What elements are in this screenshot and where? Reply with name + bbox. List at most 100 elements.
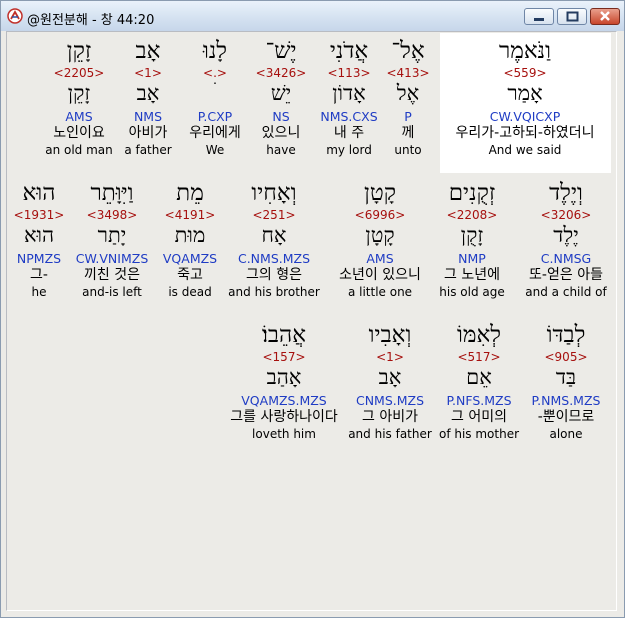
strong-number: <559> [503, 66, 547, 80]
hebrew-word: לָנוּ [202, 38, 228, 64]
lexical-form: אָב [136, 81, 160, 105]
strong-number: <3426> [255, 66, 307, 80]
english-gloss: and-is left [82, 285, 142, 299]
hebrew-word: הוּא [22, 180, 56, 206]
korean-gloss: 그 노년에 [444, 267, 500, 283]
parsing-code: VQAMZS.MZS [241, 393, 327, 408]
parsing-code: NS [272, 109, 290, 124]
hebrew-word: וְאָחִיו [251, 180, 297, 206]
strong-number: <905> [544, 350, 588, 364]
lexical-form: אֵם [466, 365, 492, 389]
korean-gloss: 그를 사랑하나이다 [230, 409, 338, 425]
korean-gloss: 또-얻은 아들 [529, 267, 603, 283]
strong-number: <1> [134, 66, 162, 80]
korean-gloss: 그 아비가 [362, 409, 418, 425]
korean-gloss: 우리가-고하되-하였더니 [455, 125, 595, 141]
hebrew-word: אֶל־ [391, 38, 425, 64]
hebrew-word: וַנֹּאמֶר [498, 38, 552, 64]
parsing-code: CW.VNIMZS [75, 251, 149, 266]
parsing-code: C.NMSG [540, 251, 592, 266]
korean-gloss: 께 [401, 125, 415, 141]
strong-number: <6996> [354, 208, 406, 222]
close-button[interactable] [590, 8, 620, 25]
hebrew-word: וַיִּוָּתֵר [90, 180, 134, 206]
english-gloss: and his father [348, 427, 432, 441]
maximize-button[interactable] [557, 8, 587, 25]
lexical-form: בַּד [555, 365, 577, 389]
parsing-code: NPMZS [16, 251, 62, 266]
title-bar[interactable]: @원전분해 - 창 44:20 [1, 1, 624, 31]
app-logo-icon [7, 8, 23, 24]
korean-gloss: 아비가 [128, 125, 168, 141]
strong-number: <3498> [86, 208, 138, 222]
lexical-form: יֶלֶד [553, 223, 579, 247]
english-gloss: And we said [488, 143, 562, 157]
parsing-code: AMS [366, 251, 394, 266]
parsing-code: NMS [133, 109, 163, 124]
close-icon [600, 11, 610, 21]
english-gloss: his old age [439, 285, 505, 299]
hebrew-word: אָב [135, 38, 161, 64]
strong-number: <4191> [164, 208, 216, 222]
strong-number: <157> [262, 350, 306, 364]
hebrew-word: יֶשׁ־ [265, 38, 297, 64]
korean-gloss: 그의 형은 [246, 267, 302, 283]
lexical-form: קָטָן [365, 223, 395, 247]
english-gloss: he [31, 285, 47, 299]
korean-gloss: 우리에게 [189, 125, 241, 141]
lexical-form: יֵשׁ [270, 81, 292, 105]
english-gloss: is dead [168, 285, 212, 299]
parsing-code: P.CXP [197, 109, 233, 124]
strong-number: <413> [386, 66, 430, 80]
korean-gloss: 내 주 [333, 125, 365, 141]
lexical-form: זָקֵן [67, 81, 91, 105]
lexical-form: אָמַר [507, 81, 543, 105]
korean-gloss: 있으니 [261, 125, 301, 141]
korean-gloss: 죽고 [177, 267, 203, 283]
parsing-code: P [404, 109, 412, 124]
parsing-code: C.NMS.MZS [237, 251, 311, 266]
korean-gloss: -뿐이므로 [537, 409, 595, 425]
hebrew-word: זְקֻנִים [448, 180, 496, 206]
english-gloss: loveth him [252, 427, 316, 441]
lexical-form: הוּא [23, 223, 55, 247]
hebrew-word: מֵת [176, 180, 204, 206]
lexical-form: אָהַב [266, 365, 302, 389]
lexical-form: זָקֻן [460, 223, 484, 247]
hebrew-word: אֲהֵבוֹ׃ [261, 322, 307, 348]
strong-number: <3206> [540, 208, 592, 222]
strong-number: <251> [252, 208, 296, 222]
parsing-code: NMS.CXS [320, 109, 378, 124]
strong-number: <2205> [53, 66, 105, 80]
app-window: @원전분해 - 창 44:20 וַנֹּאמֶר <559> אָמַר CW.VQ… [0, 0, 625, 618]
hebrew-word: קָטָן [363, 180, 397, 206]
strong-number: <517> [457, 350, 501, 364]
english-gloss: an old man [45, 143, 113, 157]
english-gloss: and a child of [525, 285, 607, 299]
parsing-code: CNMS.MZS [355, 393, 425, 408]
english-gloss: and his brother [228, 285, 320, 299]
minimize-button[interactable] [524, 8, 554, 25]
lexical-form: אָב [378, 365, 402, 389]
strong-number: <1> [376, 350, 404, 364]
strong-number: <113> [327, 66, 371, 80]
parsing-code: NMP [458, 251, 486, 266]
hebrew-word: וְאָבִיו [368, 322, 412, 348]
strong-number: <2208> [446, 208, 498, 222]
parsing-code: VQAMZS [162, 251, 218, 266]
english-gloss: unto [394, 143, 422, 157]
korean-gloss: 그- [30, 267, 48, 283]
hebrew-word: אֲדֹנִי [329, 38, 369, 64]
english-gloss: my lord [326, 143, 372, 157]
lexical-form: מוּת [174, 223, 206, 247]
lexical-form: אָדוֹן [332, 81, 366, 105]
strong-number: <.> [203, 66, 227, 80]
korean-gloss: 소년이 있으니 [339, 267, 421, 283]
english-gloss: a father [124, 143, 172, 157]
hebrew-word: וְיֶלֶד [549, 180, 583, 206]
english-gloss: of his mother [438, 427, 520, 441]
english-gloss: alone [549, 427, 583, 441]
korean-gloss: 그 어미의 [451, 409, 507, 425]
english-gloss: have [266, 143, 296, 157]
parsing-code: AMS [65, 109, 93, 124]
